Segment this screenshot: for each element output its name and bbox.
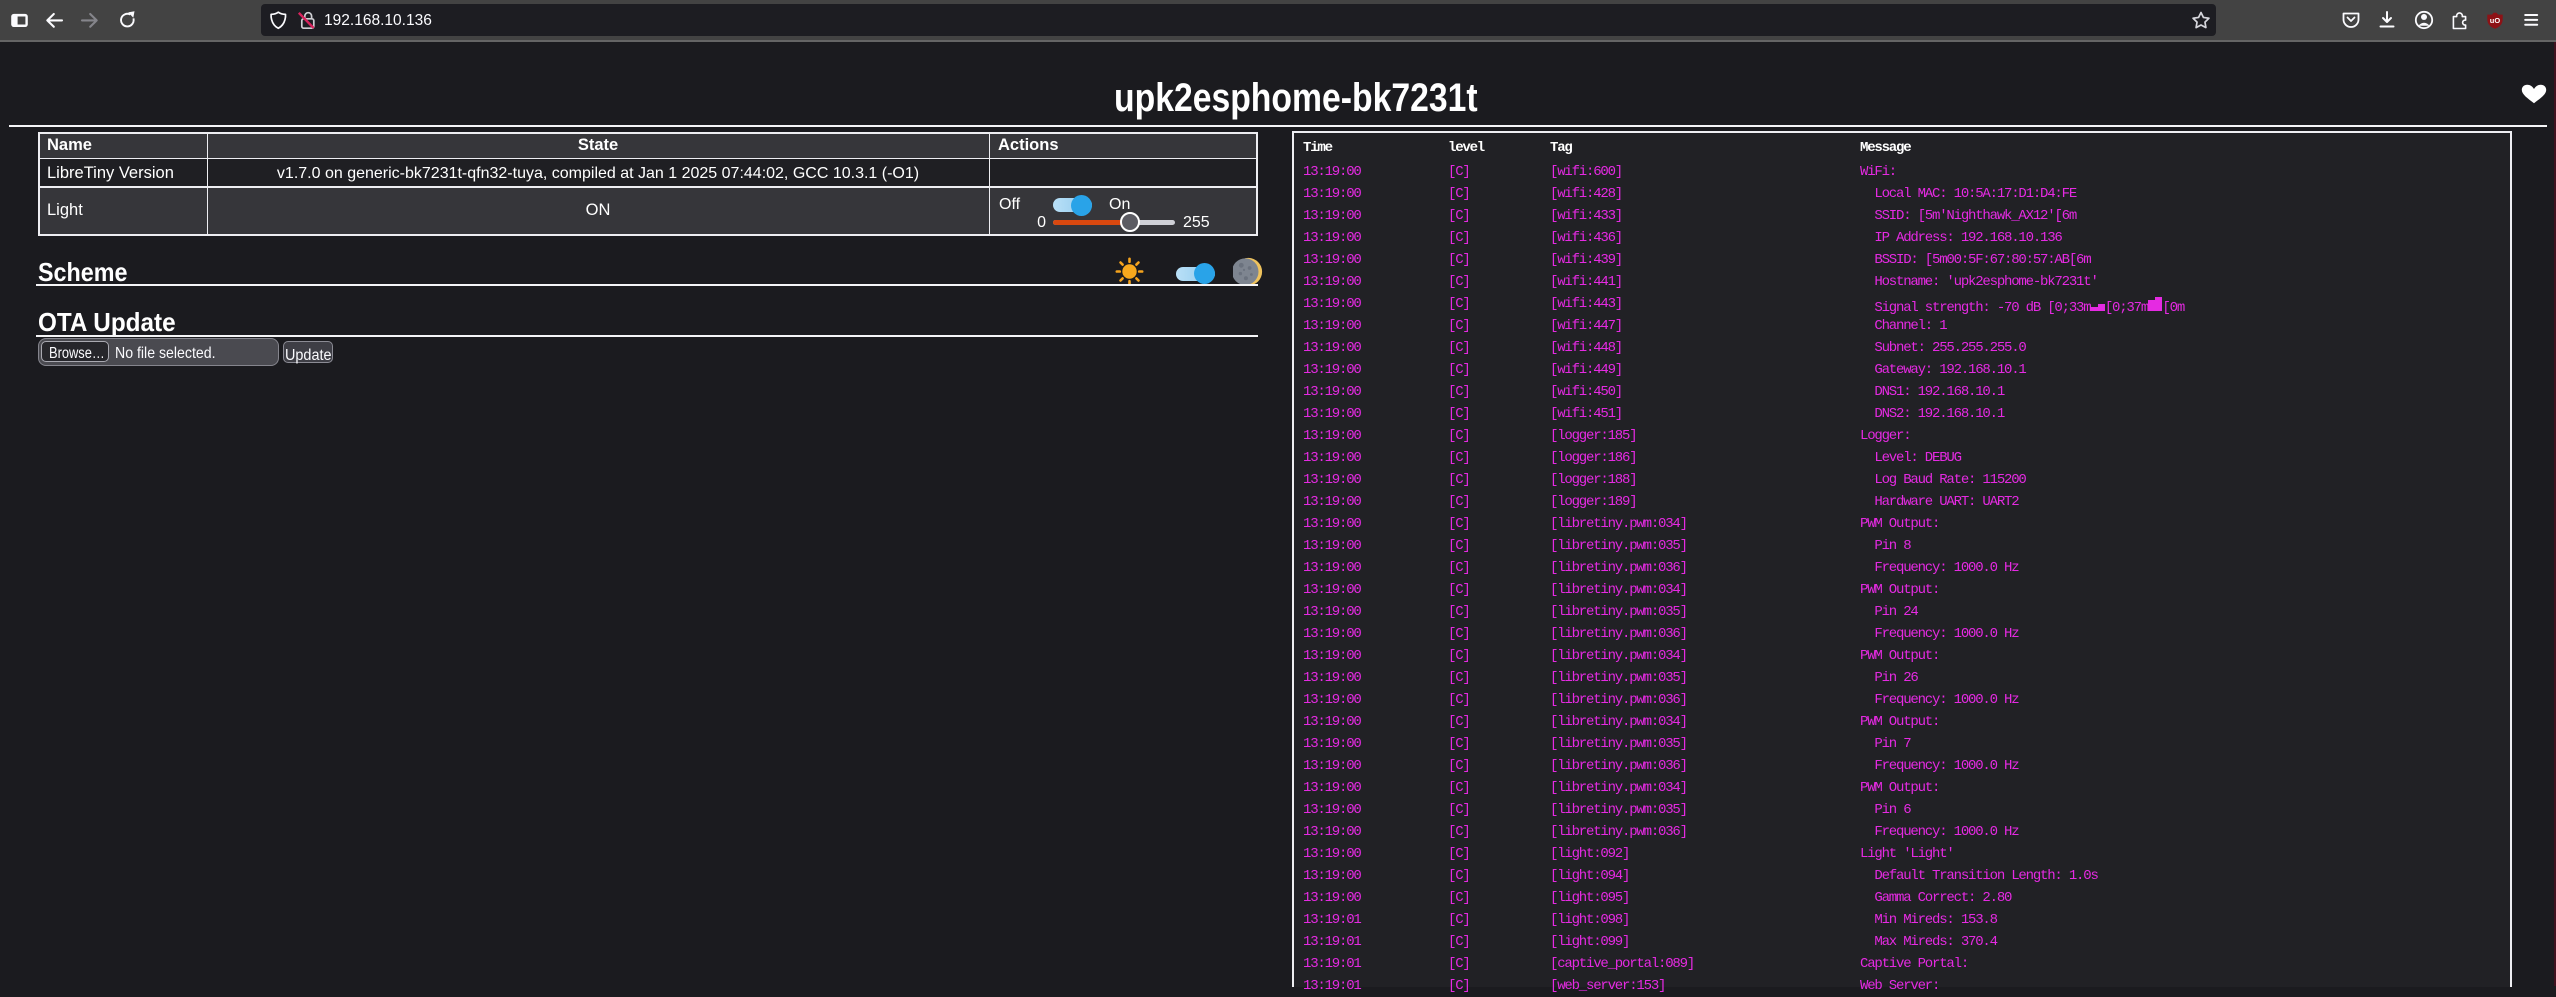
svg-text:uO: uO xyxy=(2490,16,2501,25)
